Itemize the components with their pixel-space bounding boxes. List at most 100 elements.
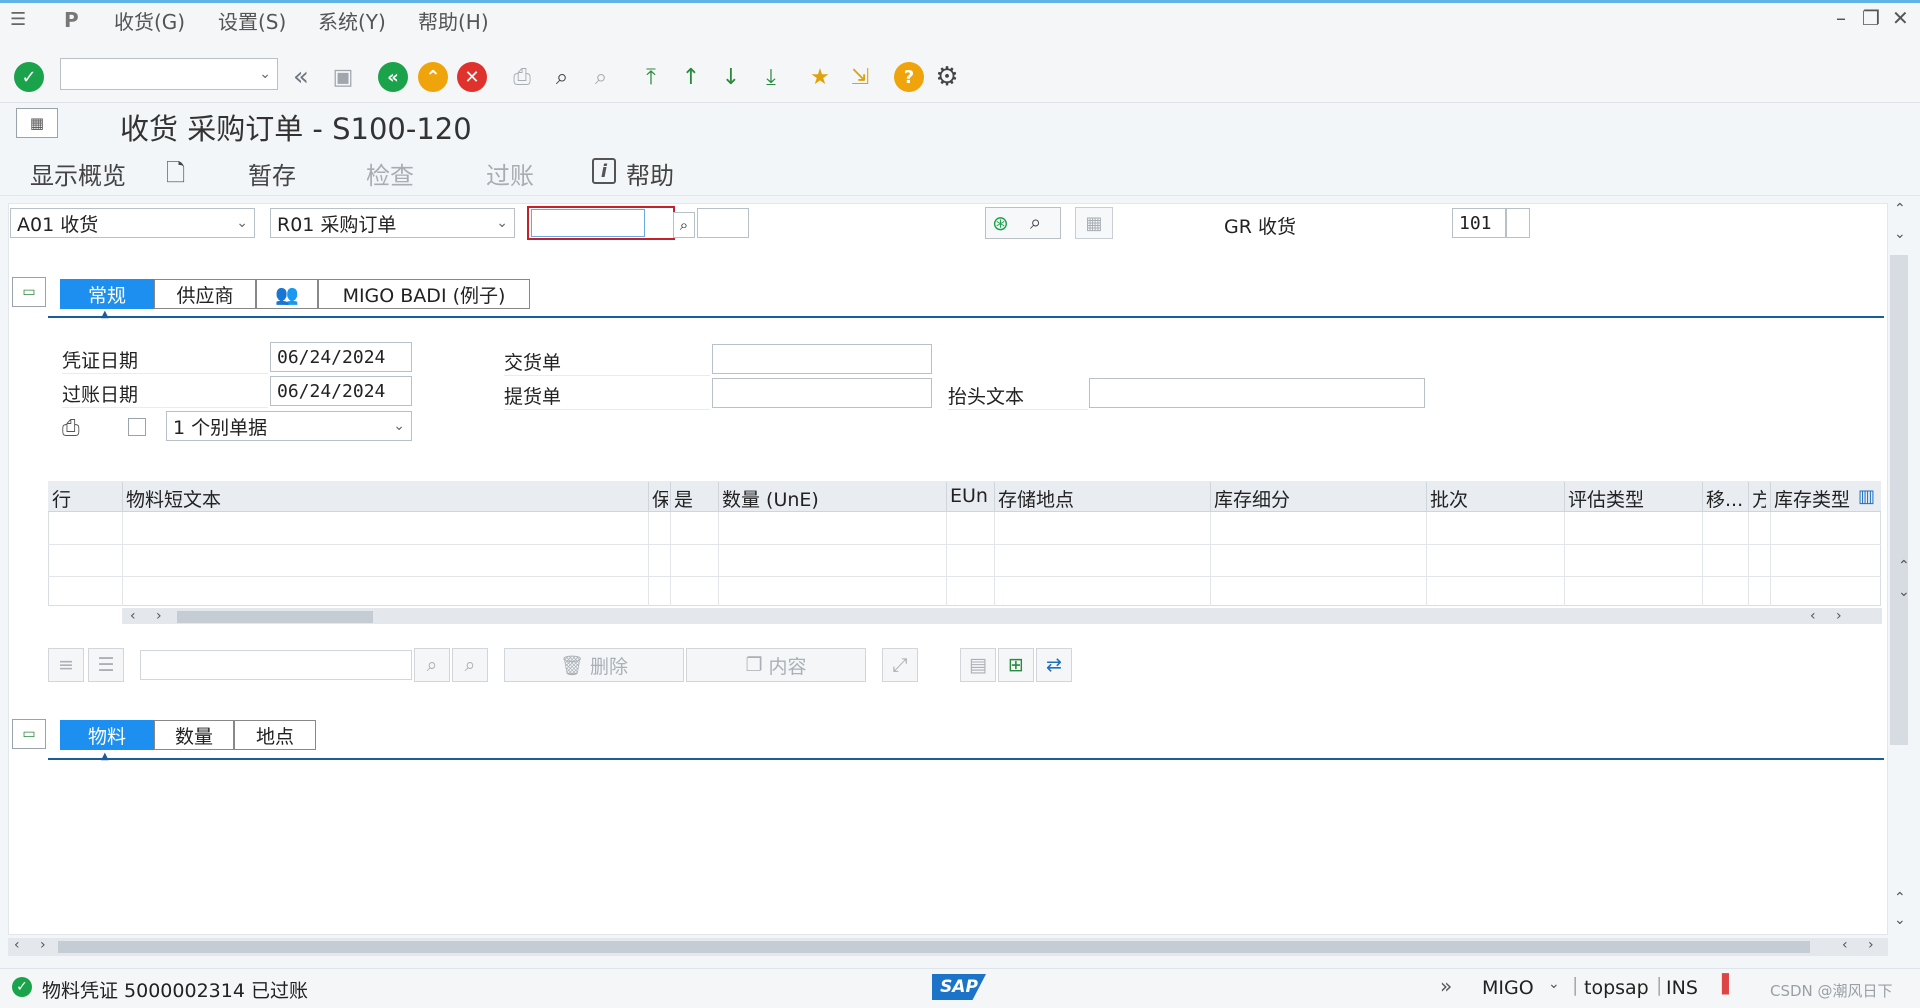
po-number-field[interactable] (527, 206, 675, 240)
grid-hscroll-track[interactable] (122, 608, 1882, 624)
table-row[interactable] (48, 544, 1881, 545)
col-eun[interactable]: EUn (950, 485, 988, 507)
window-menu-icon[interactable]: ☰ (10, 9, 26, 30)
col-material-text[interactable]: 物料短文本 (126, 485, 221, 512)
expand-status-icon[interactable]: » (1440, 974, 1452, 998)
action-select[interactable]: A01 收货 ⌄ (10, 208, 255, 238)
grid-scroll-down-icon[interactable]: ⌄ (1898, 584, 1910, 600)
last-page-icon[interactable]: ⤓ (754, 60, 788, 94)
grid-scroll-left-icon[interactable]: ‹ (1810, 608, 1816, 624)
grid-scroll-left-icon[interactable]: ‹ (130, 608, 136, 624)
col-keep[interactable]: 保 (652, 485, 668, 512)
enter-icon[interactable]: ✓ (12, 60, 46, 94)
help-button[interactable]: 帮助 (626, 156, 674, 191)
col-valuation-type[interactable]: 评估类型 (1568, 485, 1644, 512)
delivery-note-field[interactable] (712, 344, 932, 374)
minimize-icon[interactable]: – (1836, 6, 1846, 30)
header-text-field[interactable] (1089, 378, 1425, 408)
tab-location[interactable]: 地点 (234, 720, 316, 750)
screen-options-icon[interactable]: ▦ (16, 108, 58, 138)
col-stock-type[interactable]: 库存类型 (1774, 485, 1850, 512)
col-batch[interactable]: 批次 (1430, 485, 1468, 512)
tab-quantity[interactable]: 数量 (154, 720, 234, 750)
item-field[interactable] (697, 208, 749, 238)
close-window-icon[interactable]: ✕ (1892, 6, 1909, 30)
parking-icon[interactable]: P (64, 8, 79, 32)
execute-icon[interactable]: ⊛ (992, 211, 1009, 235)
page-scroll-left-icon[interactable]: ‹ (14, 937, 20, 953)
scroll-up-icon[interactable]: ⌃ (1894, 890, 1906, 906)
scroll-down-icon[interactable]: ⌄ (1894, 912, 1906, 928)
tab-material[interactable]: 物料 (60, 720, 154, 750)
header-toggle-icon[interactable]: ▭ (12, 277, 46, 307)
print-option-select[interactable]: 1 个别单据 ⌄ (166, 411, 412, 441)
menu-system[interactable]: 系统(Y) (318, 6, 386, 35)
doc-date-field[interactable]: 06/24/2024 (270, 342, 412, 372)
detail-toggle-icon[interactable]: ▭ (12, 719, 46, 749)
exit-icon[interactable]: ⌃ (416, 60, 450, 94)
page-hscroll-thumb[interactable] (58, 941, 1810, 953)
chevron-down-icon[interactable]: ⌄ (1548, 976, 1560, 992)
copy-icon: ❐ (745, 654, 763, 676)
hold-button[interactable]: 暂存 (248, 156, 296, 191)
restore-icon[interactable]: ❐ (1862, 6, 1880, 30)
transfer-icon[interactable]: ⇄ (1036, 648, 1072, 682)
partner-icon[interactable]: 👥 (256, 279, 318, 309)
input-mode[interactable]: INS (1666, 977, 1698, 999)
col-stock-segment[interactable]: 库存细分 (1214, 485, 1290, 512)
menu-help[interactable]: 帮助(H) (418, 6, 489, 35)
col-ok[interactable]: 是 (674, 485, 693, 512)
back-icon[interactable]: « (376, 60, 410, 94)
info-icon[interactable]: i (592, 158, 616, 184)
menu-settings[interactable]: 设置(S) (218, 6, 286, 35)
print-checkbox[interactable] (128, 418, 146, 436)
new-document-icon[interactable]: 🗋 (166, 156, 185, 197)
tab-migo-badi[interactable]: MIGO BADI (例子) (318, 279, 530, 309)
grid-col-sep (1426, 482, 1427, 511)
previous-page-icon[interactable]: ↑ (674, 60, 708, 94)
page-scroll-right-icon[interactable]: › (1868, 937, 1874, 953)
page-scroll-right-icon[interactable]: › (40, 937, 46, 953)
create-session-icon[interactable]: ★ (803, 60, 837, 94)
transaction-code[interactable]: MIGO (1482, 977, 1534, 999)
po-number-input[interactable] (531, 209, 645, 237)
col-movement[interactable]: 移... (1706, 485, 1743, 512)
post-date-field[interactable]: 06/24/2024 (270, 376, 412, 406)
grid-scroll-up-icon[interactable]: ⌃ (1898, 558, 1910, 574)
col-direction[interactable]: 方 (1752, 485, 1766, 512)
menu-goods-receipt[interactable]: 收货(G) (114, 6, 185, 35)
special-stock-field[interactable] (1506, 208, 1530, 238)
tab-general[interactable]: 常规 (60, 279, 154, 309)
vertical-scrollbar[interactable] (1890, 255, 1908, 745)
first-page-icon[interactable]: ⤒ (634, 60, 668, 94)
show-overview-button[interactable]: 显示概览 (30, 156, 126, 191)
find-icon[interactable]: ⌕ (545, 60, 579, 94)
grid-hscroll-thumb[interactable] (177, 611, 373, 623)
reference-select[interactable]: R01 采购订单 ⌄ (270, 208, 515, 238)
table-row[interactable] (48, 576, 1881, 577)
scroll-up-icon[interactable]: ⌃ (1894, 201, 1906, 217)
col-storage-location[interactable]: 存储地点 (998, 485, 1074, 512)
col-line[interactable]: 行 (52, 485, 71, 512)
grid-scroll-right-icon[interactable]: › (156, 608, 162, 624)
search-help-icon[interactable]: ⌕ (673, 212, 695, 238)
gear-icon[interactable]: ⚙ (930, 60, 964, 94)
next-page-icon[interactable]: ↓ (714, 60, 748, 94)
collapse-command-icon[interactable]: « (284, 60, 318, 94)
help-icon[interactable]: ? (892, 60, 926, 94)
movement-type-field[interactable]: 101 (1452, 208, 1506, 238)
grid-col-line (1702, 512, 1703, 606)
bill-of-lading-field[interactable] (712, 378, 932, 408)
binoculars-icon[interactable]: ⌕ (1030, 210, 1041, 234)
shortcut-icon[interactable]: ⇲ (843, 60, 877, 94)
column-settings-icon[interactable]: ▥ (1858, 486, 1875, 507)
add-row-icon[interactable]: ⊞ (998, 648, 1034, 682)
tab-vendor[interactable]: 供应商 (154, 279, 256, 309)
scroll-down-icon[interactable]: ⌄ (1894, 226, 1906, 242)
page-scroll-left-icon[interactable]: ‹ (1842, 937, 1848, 953)
col-quantity[interactable]: 数量 (UnE) (722, 485, 819, 512)
cancel-icon[interactable]: ✕ (455, 60, 489, 94)
status-message[interactable]: 物料凭证 5000002314 已过账 (42, 976, 308, 1003)
grid-scroll-right-icon[interactable]: › (1836, 608, 1842, 624)
command-field[interactable]: ⌄ (60, 58, 278, 90)
